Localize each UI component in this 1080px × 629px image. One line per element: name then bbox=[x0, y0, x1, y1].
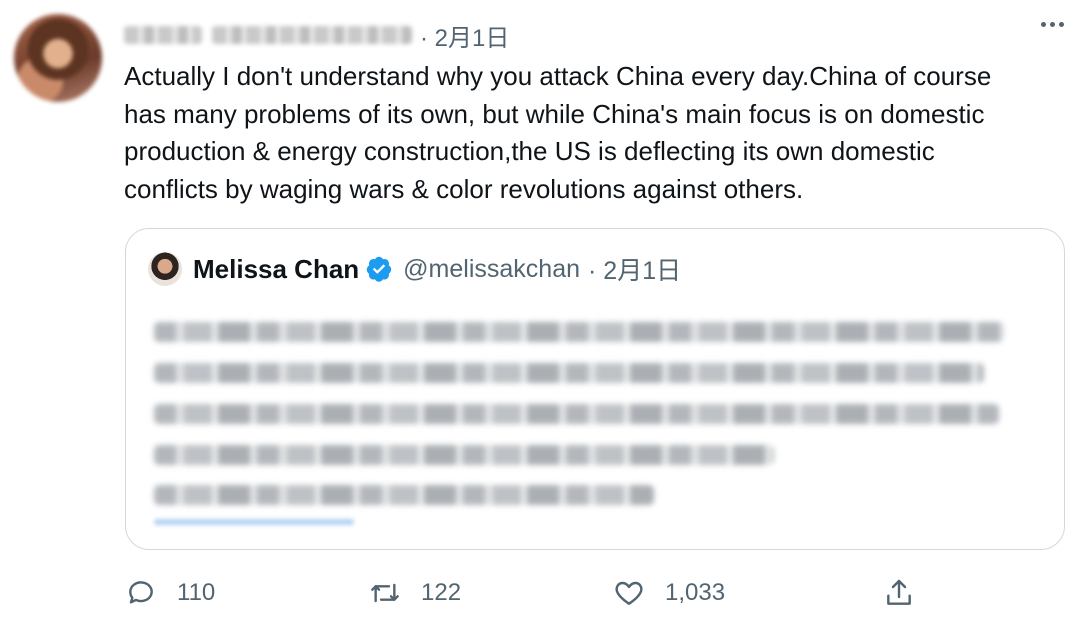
quoted-author-avatar[interactable] bbox=[148, 252, 182, 286]
retweet-button[interactable]: 122 bbox=[369, 571, 461, 615]
author-avatar[interactable] bbox=[14, 14, 102, 102]
author-name-blurred[interactable] bbox=[124, 26, 202, 44]
author-handle-blurred[interactable] bbox=[212, 26, 412, 44]
quoted-tweet[interactable]: Melissa Chan @melissakchan · 2月1日 bbox=[125, 228, 1065, 550]
retweet-icon bbox=[371, 583, 399, 603]
quoted-link-blurred[interactable] bbox=[154, 519, 354, 525]
quoted-text-blurred bbox=[154, 363, 984, 383]
verified-badge-icon bbox=[366, 256, 392, 282]
like-count: 1,033 bbox=[665, 579, 726, 606]
reply-icon bbox=[129, 581, 153, 604]
tweet-date[interactable]: · 2月1日 bbox=[420, 18, 509, 53]
quoted-tweet-header: Melissa Chan @melissakchan · 2月1日 bbox=[148, 251, 681, 287]
share-button[interactable] bbox=[883, 571, 915, 615]
quoted-author-name[interactable]: Melissa Chan bbox=[193, 254, 359, 285]
quoted-text-blurred bbox=[154, 445, 774, 465]
quoted-text-blurred bbox=[154, 404, 999, 424]
quoted-text-blurred bbox=[154, 485, 654, 505]
share-icon bbox=[887, 579, 911, 605]
like-icon bbox=[615, 581, 643, 605]
quoted-author-handle[interactable]: @melissakchan bbox=[403, 255, 580, 284]
like-button[interactable]: 1,033 bbox=[613, 571, 725, 615]
tweet-header: · 2月1日 bbox=[124, 18, 509, 53]
quoted-tweet-date[interactable]: · 2月1日 bbox=[588, 251, 681, 287]
more-icon[interactable] bbox=[1041, 22, 1064, 27]
quoted-text-blurred bbox=[154, 322, 1004, 342]
tweet-text: Actually I don't understand why you atta… bbox=[124, 61, 992, 204]
reply-count: 110 bbox=[177, 579, 216, 606]
reply-button[interactable]: 110 bbox=[125, 571, 215, 615]
tweet-actions: 110 122 1,033 bbox=[125, 571, 925, 615]
retweet-count: 122 bbox=[421, 579, 462, 606]
